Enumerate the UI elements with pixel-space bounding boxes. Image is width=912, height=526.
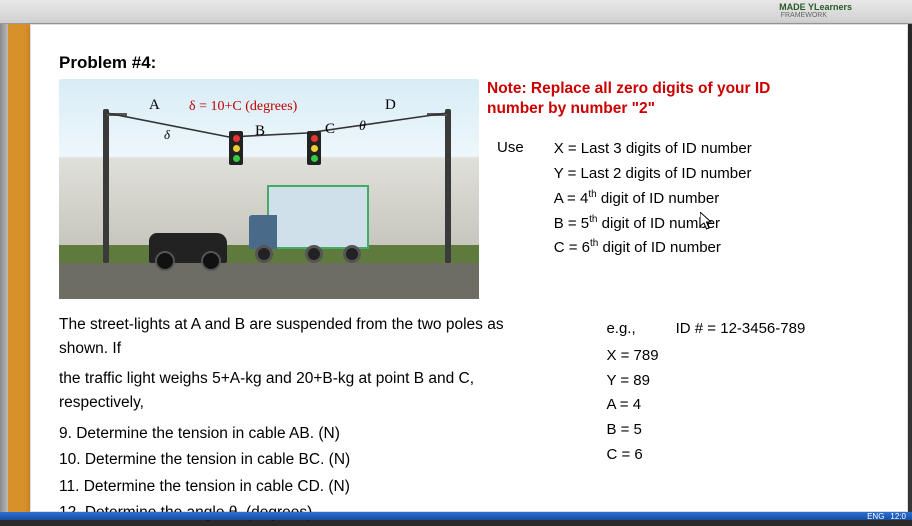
cable-path (107, 113, 447, 143)
lamp-yellow-icon (311, 145, 318, 152)
body-row: The street-lights at A and B are suspend… (59, 313, 885, 526)
example-header: e.g., ID # = 12-3456-789 (606, 317, 885, 342)
example-label: e.g., (606, 317, 635, 342)
lamp-green-icon (233, 155, 240, 162)
example-block: e.g., ID # = 12-3456-789 X = 789 Y = 89 … (606, 313, 885, 526)
diagram-delta-angle: δ (164, 127, 170, 143)
use-b: B = 5th digit of ID number (554, 212, 752, 237)
diagram-label-B: B (255, 123, 265, 140)
traffic-light-b (229, 131, 243, 165)
taskbar[interactable]: ENG 12:0 (0, 512, 912, 520)
diagram-road (59, 263, 479, 299)
note-line: number by number "2" (487, 99, 885, 119)
use-a: A = 4th digit of ID number (554, 187, 752, 212)
example-b: B = 5 (606, 418, 885, 443)
problem-description-line: The street-lights at A and B are suspend… (59, 313, 556, 361)
lamp-red-icon (311, 135, 318, 142)
problem-body: The street-lights at A and B are suspend… (59, 313, 556, 526)
example-id: ID # = 12-3456-789 (676, 317, 806, 342)
traffic-light-c (307, 131, 321, 165)
question-9: 9. Determine the tension in cable AB. (N… (59, 421, 556, 447)
truck-icon (249, 185, 369, 263)
use-y: Y = Last 2 digits of ID number (554, 162, 752, 187)
app-subtitle: FRAMEWORK (781, 12, 827, 19)
wheel-icon (343, 245, 361, 263)
example-a: A = 4 (606, 393, 885, 418)
truck-cab (249, 215, 277, 249)
app-brand: MADE YLearners (779, 2, 852, 12)
problem-diagram: A D B C δ = 10+C (degrees) δ θ (59, 79, 479, 299)
truck-box (267, 185, 369, 249)
tray-clock[interactable]: 12:0 (890, 512, 906, 521)
lamp-green-icon (311, 155, 318, 162)
diagram-label-C: C (325, 121, 335, 138)
lamp-red-icon (233, 135, 240, 142)
use-c: C = 6th digit of ID number (554, 236, 752, 261)
question-list: 9. Determine the tension in cable AB. (N… (59, 421, 556, 526)
diagram-label-A: A (149, 97, 160, 114)
example-c: C = 6 (606, 443, 885, 468)
use-definitions: X = Last 3 digits of ID number Y = Last … (554, 137, 752, 261)
window-titlebar: MADE YLearners FRAMEWORK (0, 0, 912, 24)
use-block: Use X = Last 3 digits of ID number Y = L… (497, 137, 885, 261)
use-x: X = Last 3 digits of ID number (554, 137, 752, 162)
example-y: Y = 89 (606, 369, 885, 394)
note-column: Note: Replace all zero digits of your ID… (487, 79, 885, 261)
diagram-delta-expression: δ = 10+C (degrees) (189, 99, 297, 115)
tray-language[interactable]: ENG (867, 512, 884, 521)
diagram-theta-angle: θ (359, 119, 366, 135)
use-label: Use (497, 137, 524, 261)
problem-description-line: the traffic light weighs 5+A-kg and 20+B… (59, 367, 556, 415)
question-10: 10. Determine the tension in cable BC. (… (59, 447, 556, 473)
question-11: 11. Determine the tension in cable CD. (… (59, 474, 556, 500)
system-tray[interactable]: ENG 12:0 (867, 512, 906, 520)
wheel-icon (255, 245, 273, 263)
diagram-label-D: D (385, 97, 396, 114)
lamp-yellow-icon (233, 145, 240, 152)
id-replacement-note: Note: Replace all zero digits of your ID… (487, 79, 885, 119)
document-page: Problem #4: (30, 24, 908, 512)
example-x: X = 789 (606, 344, 885, 369)
wheel-icon (305, 245, 323, 263)
problem-title: Problem #4: (59, 53, 885, 73)
note-line: Note: Replace all zero digits of your ID (487, 79, 885, 99)
page-margin-stripe (8, 24, 30, 512)
page-edge-shadow (0, 24, 8, 512)
top-row: A D B C δ = 10+C (degrees) δ θ Note: Rep… (59, 79, 885, 299)
car-icon (149, 233, 227, 263)
